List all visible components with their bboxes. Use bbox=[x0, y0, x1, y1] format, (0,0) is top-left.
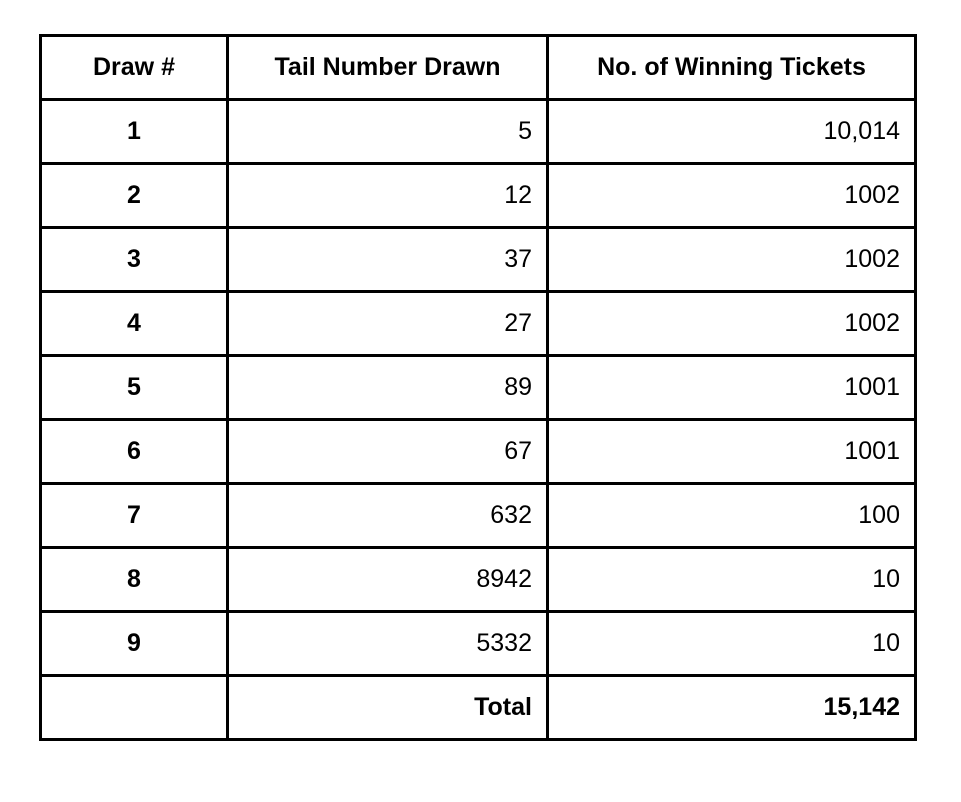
cell-draw-number: 3 bbox=[39, 226, 229, 293]
cell-winning-tickets: 1001 bbox=[546, 418, 917, 485]
cell-tail-number: 67 bbox=[226, 418, 549, 485]
table-row: 1 5 10,014 bbox=[39, 98, 917, 165]
table-row: 4 27 1002 bbox=[39, 290, 917, 357]
cell-tail-number: 89 bbox=[226, 354, 549, 421]
table-header: Draw # Tail Number Drawn No. of Winning … bbox=[39, 34, 917, 101]
cell-winning-tickets: 100 bbox=[546, 482, 917, 549]
cell-winning-tickets: 1002 bbox=[546, 162, 917, 229]
cell-tail-number: 27 bbox=[226, 290, 549, 357]
table-total-row: Total 15,142 bbox=[39, 674, 917, 741]
table-row: 2 12 1002 bbox=[39, 162, 917, 229]
cell-winning-tickets: 10 bbox=[546, 610, 917, 677]
table-row: 6 67 1001 bbox=[39, 418, 917, 485]
cell-draw-number: 7 bbox=[39, 482, 229, 549]
cell-draw-number: 2 bbox=[39, 162, 229, 229]
table-body: 1 5 10,014 2 12 1002 3 37 1002 4 27 1002… bbox=[39, 98, 917, 741]
cell-tail-number: 8942 bbox=[226, 546, 549, 613]
draw-results-table: Draw # Tail Number Drawn No. of Winning … bbox=[39, 34, 917, 741]
table-row: 3 37 1002 bbox=[39, 226, 917, 293]
cell-total-value: 15,142 bbox=[546, 674, 917, 741]
header-row: Draw # Tail Number Drawn No. of Winning … bbox=[39, 34, 917, 101]
cell-tail-number: 5 bbox=[226, 98, 549, 165]
cell-tail-number: 37 bbox=[226, 226, 549, 293]
cell-winning-tickets: 1001 bbox=[546, 354, 917, 421]
column-header-draw-number: Draw # bbox=[39, 34, 229, 101]
cell-draw-number: 6 bbox=[39, 418, 229, 485]
column-header-tail-number-drawn: Tail Number Drawn bbox=[226, 34, 549, 101]
cell-winning-tickets: 1002 bbox=[546, 226, 917, 293]
cell-draw-number: 4 bbox=[39, 290, 229, 357]
cell-winning-tickets: 1002 bbox=[546, 290, 917, 357]
table-row: 7 632 100 bbox=[39, 482, 917, 549]
cell-total-empty bbox=[39, 674, 229, 741]
page-root: Draw # Tail Number Drawn No. of Winning … bbox=[0, 0, 961, 802]
cell-tail-number: 5332 bbox=[226, 610, 549, 677]
column-header-winning-tickets: No. of Winning Tickets bbox=[546, 34, 917, 101]
cell-total-label: Total bbox=[226, 674, 549, 741]
draw-results-table-container: Draw # Tail Number Drawn No. of Winning … bbox=[39, 34, 917, 741]
cell-draw-number: 5 bbox=[39, 354, 229, 421]
cell-winning-tickets: 10,014 bbox=[546, 98, 917, 165]
table-row: 8 8942 10 bbox=[39, 546, 917, 613]
cell-winning-tickets: 10 bbox=[546, 546, 917, 613]
cell-draw-number: 8 bbox=[39, 546, 229, 613]
cell-draw-number: 9 bbox=[39, 610, 229, 677]
cell-draw-number: 1 bbox=[39, 98, 229, 165]
cell-tail-number: 632 bbox=[226, 482, 549, 549]
table-row: 9 5332 10 bbox=[39, 610, 917, 677]
cell-tail-number: 12 bbox=[226, 162, 549, 229]
table-row: 5 89 1001 bbox=[39, 354, 917, 421]
